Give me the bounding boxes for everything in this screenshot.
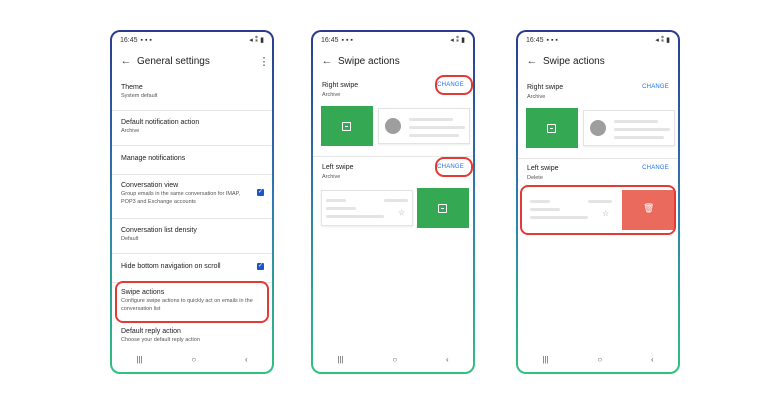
archive-icon (547, 124, 556, 133)
status-bar: 16:45 ▪ ▪ ▪ ◂ ⁑ ▮ (120, 34, 264, 46)
setting-title: Theme (121, 84, 143, 91)
signal-wifi-battery-icons: ◂ ⁑ ▮ (450, 37, 465, 44)
notification-icons: ▪ ▪ ▪ (140, 36, 152, 44)
divider (518, 158, 678, 159)
status-time: 16:45 (120, 36, 138, 44)
placeholder-line (614, 120, 658, 123)
left-swipe-value: Archive (322, 174, 341, 180)
right-swipe-change-button[interactable]: CHANGE (642, 84, 669, 90)
placeholder-line (384, 199, 408, 202)
left-swipe-title: Left swipe (322, 164, 354, 171)
page-title: Swipe actions (543, 55, 605, 67)
home-icon[interactable]: ○ (392, 355, 397, 364)
placeholder-line (409, 118, 453, 121)
right-swipe-value: Archive (527, 94, 546, 100)
back-arrow-icon[interactable]: ← (521, 55, 543, 67)
setting-default-notification-action[interactable]: Default notification action Archive (112, 111, 272, 146)
highlight-left-swipe-delete (520, 185, 676, 235)
app-bar: ← Swipe actions (518, 48, 678, 74)
status-time: 16:45 (526, 36, 544, 44)
setting-subtitle: System default (121, 93, 158, 99)
setting-subtitle: Default (121, 236, 139, 242)
system-nav-bar: ||| ○ ‹ (112, 352, 272, 366)
setting-title: Default notification action (121, 119, 200, 126)
left-swipe-title: Left swipe (527, 165, 559, 172)
phone-swipe-actions-archive: 16:45 ▪ ▪ ▪ ◂ ⁑ ▮ ← Swipe actions Right s… (311, 30, 475, 374)
setting-subtitle: Archive (121, 128, 140, 134)
page-title: General settings (137, 55, 210, 67)
hide-bottom-nav-checkbox[interactable]: ✓ (257, 263, 264, 270)
setting-theme[interactable]: Theme System default (112, 76, 272, 111)
back-nav-icon[interactable]: ‹ (446, 355, 449, 364)
left-swipe-change-button[interactable]: CHANGE (642, 165, 669, 171)
email-preview (583, 110, 675, 146)
signal-wifi-battery-icons: ◂ ⁑ ▮ (655, 37, 670, 44)
system-nav-bar: ||| ○ ‹ (313, 352, 473, 366)
avatar-icon (590, 120, 606, 136)
highlight-change-right (435, 75, 473, 95)
right-swipe-preview (321, 106, 470, 146)
back-arrow-icon[interactable]: ← (316, 55, 338, 67)
right-swipe-value: Archive (322, 92, 341, 98)
status-time: 16:45 (321, 36, 339, 44)
setting-subtitle: Choose your default reply action (121, 337, 200, 343)
highlight-change-left (435, 157, 473, 177)
app-bar: ← General settings ⋮ (112, 48, 272, 74)
conversation-view-checkbox[interactable]: ✓ (257, 189, 264, 196)
setting-title: Conversation view (121, 182, 179, 189)
left-swipe-value: Delete (527, 175, 543, 181)
notification-icons: ▪ ▪ ▪ (341, 36, 353, 44)
setting-conversation-list-density[interactable]: Conversation list density Default (112, 219, 272, 254)
setting-title: Hide bottom navigation on scroll (121, 263, 221, 270)
back-nav-icon[interactable]: ‹ (245, 355, 248, 364)
placeholder-line (614, 128, 670, 131)
setting-hide-bottom-navigation[interactable]: Hide bottom navigation on scroll ✓ (112, 254, 272, 283)
email-preview: ☆ (321, 190, 413, 226)
back-nav-icon[interactable]: ‹ (651, 355, 654, 364)
placeholder-line (326, 215, 384, 218)
recent-apps-icon[interactable]: ||| (337, 355, 343, 364)
archive-icon (342, 122, 351, 131)
signal-wifi-battery-icons: ◂ ⁑ ▮ (249, 37, 264, 44)
setting-subtitle: Group emails in the same conversation fo… (121, 191, 241, 205)
phone-general-settings: 16:45 ▪ ▪ ▪ ◂ ⁑ ▮ ← General settings ⋮ Th… (110, 30, 274, 374)
archive-background (417, 188, 469, 228)
system-nav-bar: ||| ○ ‹ (518, 352, 678, 366)
placeholder-line (614, 136, 664, 139)
right-swipe-title: Right swipe (322, 82, 359, 89)
placeholder-line (326, 207, 356, 210)
phone-swipe-actions-delete: 16:45 ▪ ▪ ▪ ◂ ⁑ ▮ ← Swipe actions Right s… (516, 30, 680, 374)
recent-apps-icon[interactable]: ||| (136, 355, 142, 364)
page-title: Swipe actions (338, 55, 400, 67)
avatar-icon (385, 118, 401, 134)
archive-background (526, 108, 578, 148)
highlight-swipe-actions (115, 281, 269, 323)
more-vert-icon[interactable]: ⋮ (256, 55, 272, 68)
setting-default-reply-action[interactable]: Default reply action Choose your default… (112, 324, 272, 348)
app-bar: ← Swipe actions (313, 48, 473, 74)
status-bar: 16:45 ▪ ▪ ▪ ◂ ⁑ ▮ (526, 34, 670, 46)
placeholder-line (409, 134, 459, 137)
back-arrow-icon[interactable]: ← (115, 55, 137, 67)
star-outline-icon: ☆ (398, 208, 406, 217)
placeholder-line (409, 126, 465, 129)
setting-title: Conversation list density (121, 227, 197, 234)
left-swipe-preview: ☆ (321, 188, 469, 228)
status-bar: 16:45 ▪ ▪ ▪ ◂ ⁑ ▮ (321, 34, 465, 46)
home-icon[interactable]: ○ (597, 355, 602, 364)
notification-icons: ▪ ▪ ▪ (546, 36, 558, 44)
setting-conversation-view[interactable]: Conversation view Group emails in the sa… (112, 175, 272, 219)
setting-title: Manage notifications (121, 155, 186, 162)
recent-apps-icon[interactable]: ||| (542, 355, 548, 364)
archive-icon (438, 204, 447, 213)
setting-manage-notifications[interactable]: Manage notifications (112, 146, 272, 175)
email-preview (378, 108, 470, 144)
placeholder-line (326, 199, 346, 202)
setting-title: Default reply action (121, 328, 181, 335)
right-swipe-preview (526, 108, 675, 148)
archive-background (321, 106, 373, 146)
home-icon[interactable]: ○ (191, 355, 196, 364)
right-swipe-title: Right swipe (527, 84, 564, 91)
